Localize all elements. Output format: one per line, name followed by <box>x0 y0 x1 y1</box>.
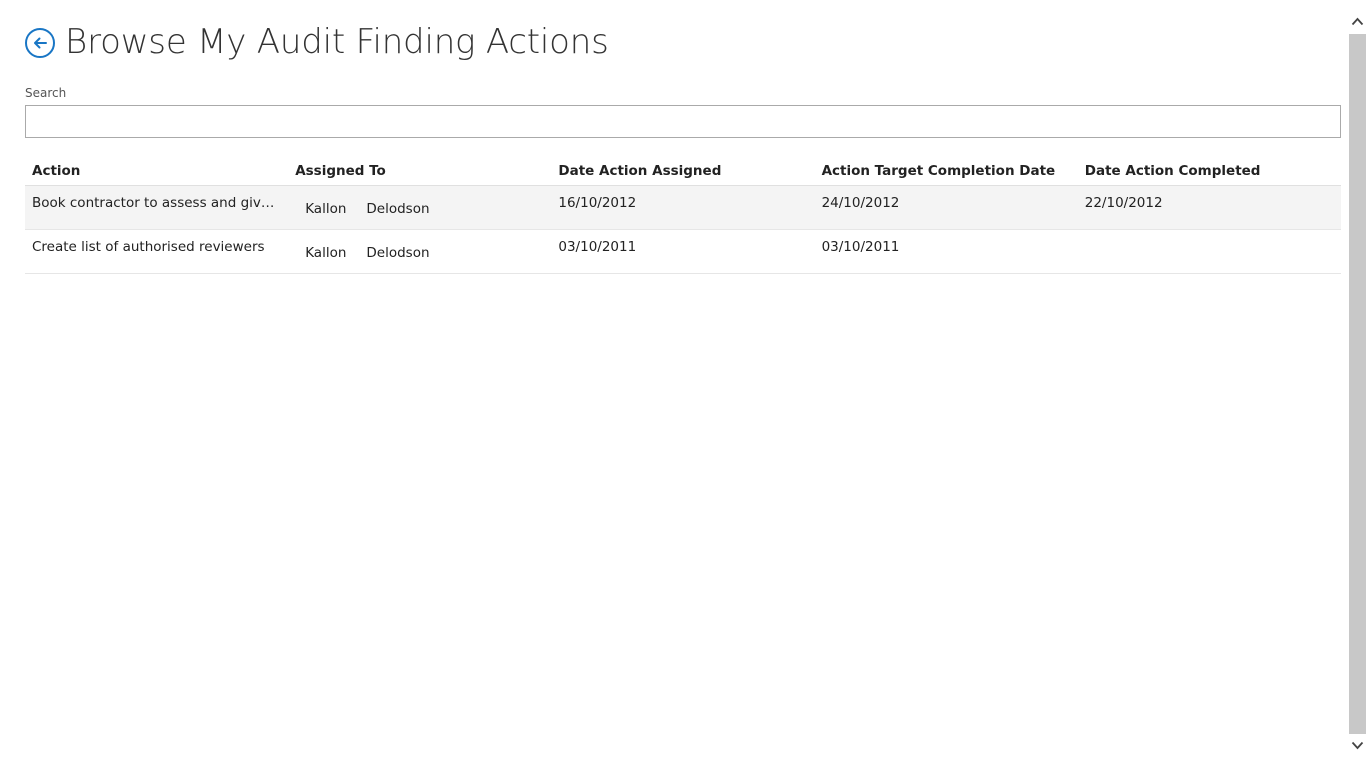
cell-date-assigned: 16/10/2012 <box>558 195 637 211</box>
column-header-assigned-to[interactable]: Assigned To <box>288 156 551 185</box>
cell-assigned-to: Kallon Delodson <box>288 230 551 273</box>
chevron-down-icon <box>1351 741 1364 750</box>
column-header-date-assigned[interactable]: Date Action Assigned <box>551 156 814 185</box>
assignee-first-name: Kallon <box>305 245 347 261</box>
cell-action: Book contractor to assess and give qu… <box>32 195 289 211</box>
table-row[interactable]: Create list of authorised reviewers Kall… <box>25 230 1341 274</box>
assignee-last-name: Delodson <box>366 201 430 217</box>
assignee-last-name: Delodson <box>366 245 430 261</box>
page: Browse My Audit Finding Actions Search A… <box>0 0 1366 768</box>
cell-target-date: 03/10/2011 <box>821 239 900 255</box>
page-header: Browse My Audit Finding Actions <box>25 20 609 64</box>
table-row[interactable]: Book contractor to assess and give qu… K… <box>25 186 1341 230</box>
back-arrow-icon <box>34 37 47 48</box>
vertical-scrollbar[interactable] <box>1349 0 1366 768</box>
back-button[interactable] <box>25 27 55 58</box>
cell-date-completed <box>1078 230 1341 273</box>
cell-date-assigned: 03/10/2011 <box>558 239 637 255</box>
cell-assigned-to: Kallon Delodson <box>288 186 551 229</box>
search-input[interactable] <box>25 105 1341 138</box>
actions-table: Action Assigned To Date Action Assigned … <box>25 156 1341 274</box>
page-title: Browse My Audit Finding Actions <box>65 22 609 62</box>
cell-date-completed: 22/10/2012 <box>1084 195 1163 211</box>
cell-action: Create list of authorised reviewers <box>32 239 265 255</box>
chevron-up-icon <box>1351 17 1364 26</box>
scroll-down-button[interactable] <box>1349 737 1366 754</box>
search-label: Search <box>25 86 67 100</box>
assignee-first-name: Kallon <box>305 201 347 217</box>
column-header-target-date[interactable]: Action Target Completion Date <box>815 156 1078 185</box>
column-header-action[interactable]: Action <box>25 156 288 185</box>
scrollbar-thumb[interactable] <box>1349 34 1366 734</box>
cell-target-date: 24/10/2012 <box>821 195 900 211</box>
scroll-up-button[interactable] <box>1349 13 1366 30</box>
table-header: Action Assigned To Date Action Assigned … <box>25 156 1341 186</box>
column-header-date-completed[interactable]: Date Action Completed <box>1078 156 1341 185</box>
